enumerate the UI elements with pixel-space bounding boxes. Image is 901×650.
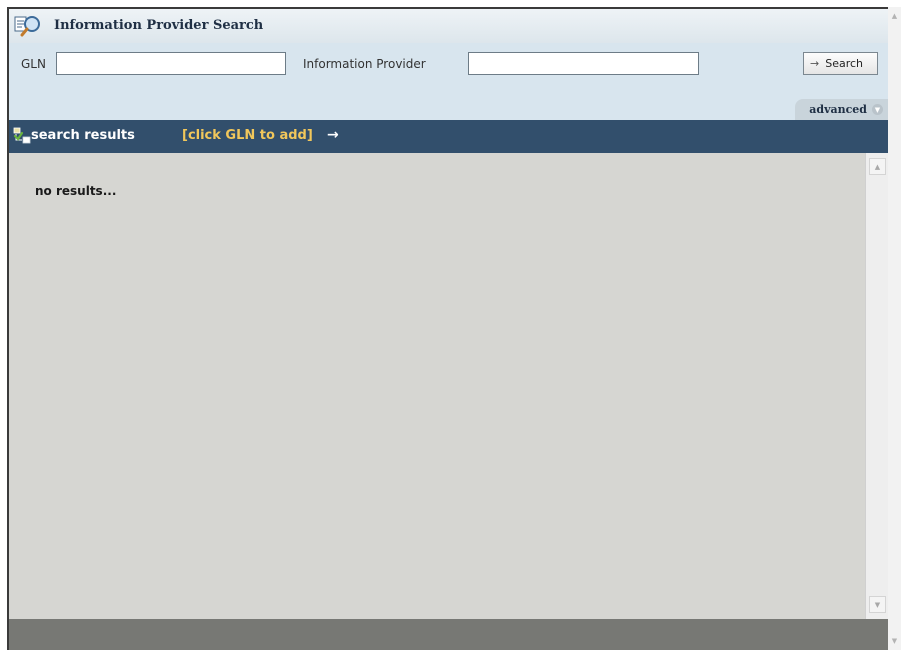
- scroll-up-button[interactable]: ▲: [869, 158, 886, 175]
- information-provider-input[interactable]: [468, 52, 699, 75]
- title-bar: Information Provider Search: [9, 9, 888, 43]
- chevron-down-icon: ▼: [872, 104, 883, 115]
- results-title: search results: [31, 128, 135, 143]
- no-results-message: no results...: [35, 184, 117, 198]
- results-header: search results [click GLN to add] →: [9, 120, 888, 153]
- page-scrollbar[interactable]: ▲ ▼: [888, 7, 901, 650]
- results-pane: no results...: [9, 153, 865, 619]
- page-scroll-up-button[interactable]: ▲: [888, 9, 901, 23]
- advanced-label: advanced: [809, 103, 867, 116]
- window-title: Information Provider Search: [54, 18, 264, 33]
- arrow-right-icon: →: [327, 127, 339, 143]
- advanced-toggle[interactable]: advanced ▼: [795, 99, 888, 120]
- information-provider-label: Information Provider: [303, 57, 426, 71]
- results-hint: [click GLN to add]: [182, 128, 313, 143]
- search-button-label: Search: [825, 57, 864, 70]
- gln-label: GLN: [21, 57, 46, 71]
- results-scrollbar[interactable]: ▲ ▼: [865, 153, 888, 619]
- search-button[interactable]: → Search: [803, 52, 878, 75]
- search-magnifier-icon: [14, 16, 40, 37]
- arrow-right-icon: →: [810, 57, 820, 70]
- page-scroll-down-button[interactable]: ▼: [888, 634, 901, 648]
- results-tree-icon: [13, 127, 31, 144]
- search-form: GLN Information Provider → Search advanc…: [9, 43, 888, 120]
- scroll-down-button[interactable]: ▼: [869, 596, 886, 613]
- bottom-status-bar: [9, 619, 888, 650]
- gln-input[interactable]: [56, 52, 286, 75]
- provider-search-window: Information Provider Search GLN Informat…: [7, 7, 888, 650]
